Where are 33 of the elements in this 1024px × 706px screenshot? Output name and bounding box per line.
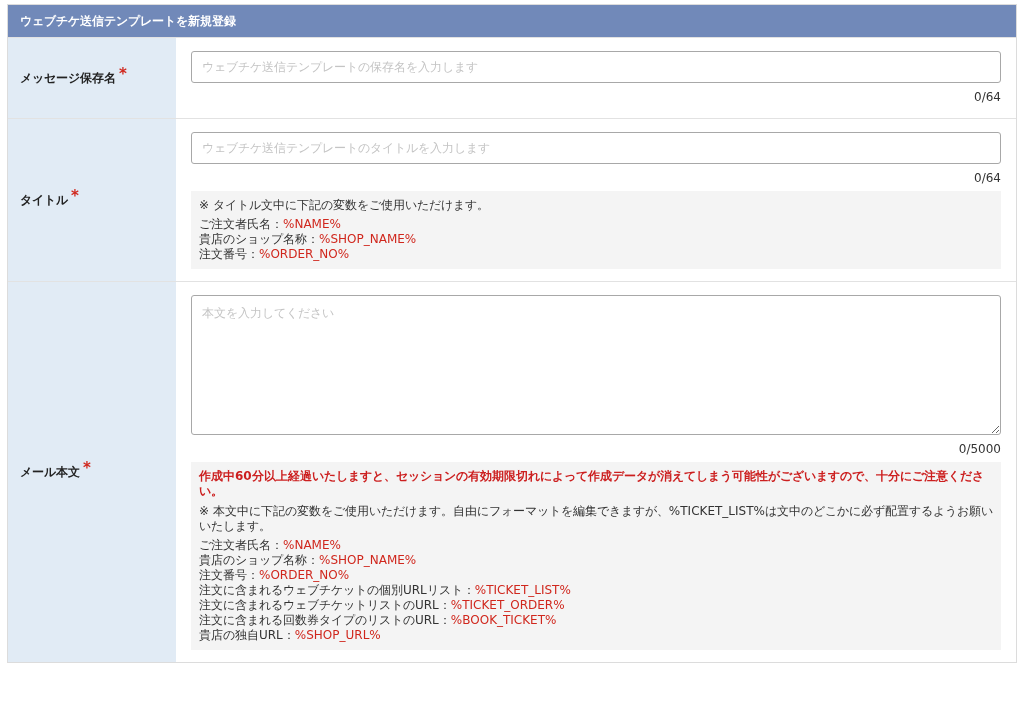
variable-label: 注文に含まれる回数券タイプのリストのURL： xyxy=(199,613,451,628)
warning-text: 作成中60分以上経過いたしますと、セッションの有効期限切れによって作成データが消えてしまう可能性がございますので、十分にご注意ください。 xyxy=(199,469,985,499)
variable-code: %SHOP_NAME% xyxy=(319,553,417,568)
required-mark: * xyxy=(71,185,79,207)
variable-code: %NAME% xyxy=(283,538,341,553)
variable-label: ご注文者氏名： xyxy=(199,538,283,553)
variable-code: %TICKET_LIST% xyxy=(474,583,571,598)
variable-label: 注文に含まれるウェブチケットの個別URLリスト： xyxy=(199,583,475,598)
char-counter: 0/5000 xyxy=(958,441,1001,458)
variable-code: %ORDER_NO% xyxy=(259,568,350,583)
variable-label: 注文に含まれるウェブチケットリストのURL： xyxy=(199,598,451,613)
char-counter: 0/64 xyxy=(974,170,1001,187)
variable-label: 注文番号： xyxy=(199,247,259,262)
variable-code: %SHOP_URL% xyxy=(294,628,381,643)
header-title: ウェブチケ送信テンプレートを新規登録 xyxy=(20,13,236,30)
char-counter: 0/64 xyxy=(974,89,1001,106)
required-mark: * xyxy=(83,457,91,479)
variable-label: ご注文者氏名： xyxy=(199,217,283,232)
variable-code: %TICKET_ORDER% xyxy=(450,598,565,613)
variable-code: %ORDER_NO% xyxy=(259,247,350,262)
field-label: タイトル xyxy=(20,192,68,209)
variable-code: %SHOP_NAME% xyxy=(319,232,417,247)
variable-code: %NAME% xyxy=(283,217,341,232)
variable-label: 貴店の独自URL： xyxy=(199,628,295,643)
variable-label: 貴店のショップ名称： xyxy=(199,553,319,568)
field-label: メッセージ保存名 xyxy=(20,70,116,87)
required-mark: * xyxy=(119,63,127,85)
variables-intro: ※ 本文中に下記の変数をご使用いただけます。自由にフォーマットを編集できますが、%TICKET_LIST%は文中のどこかに必ず配置するようお願いいたします。 xyxy=(199,504,993,534)
variable-label: 貴店のショップ名称： xyxy=(199,232,319,247)
variables-intro: ※ タイトル文中に下記の変数をご使用いただけます。 xyxy=(199,198,490,213)
variable-code: %BOOK_TICKET% xyxy=(450,613,557,628)
field-label: メール本文 xyxy=(20,464,80,481)
variable-label: 注文番号： xyxy=(199,568,259,583)
